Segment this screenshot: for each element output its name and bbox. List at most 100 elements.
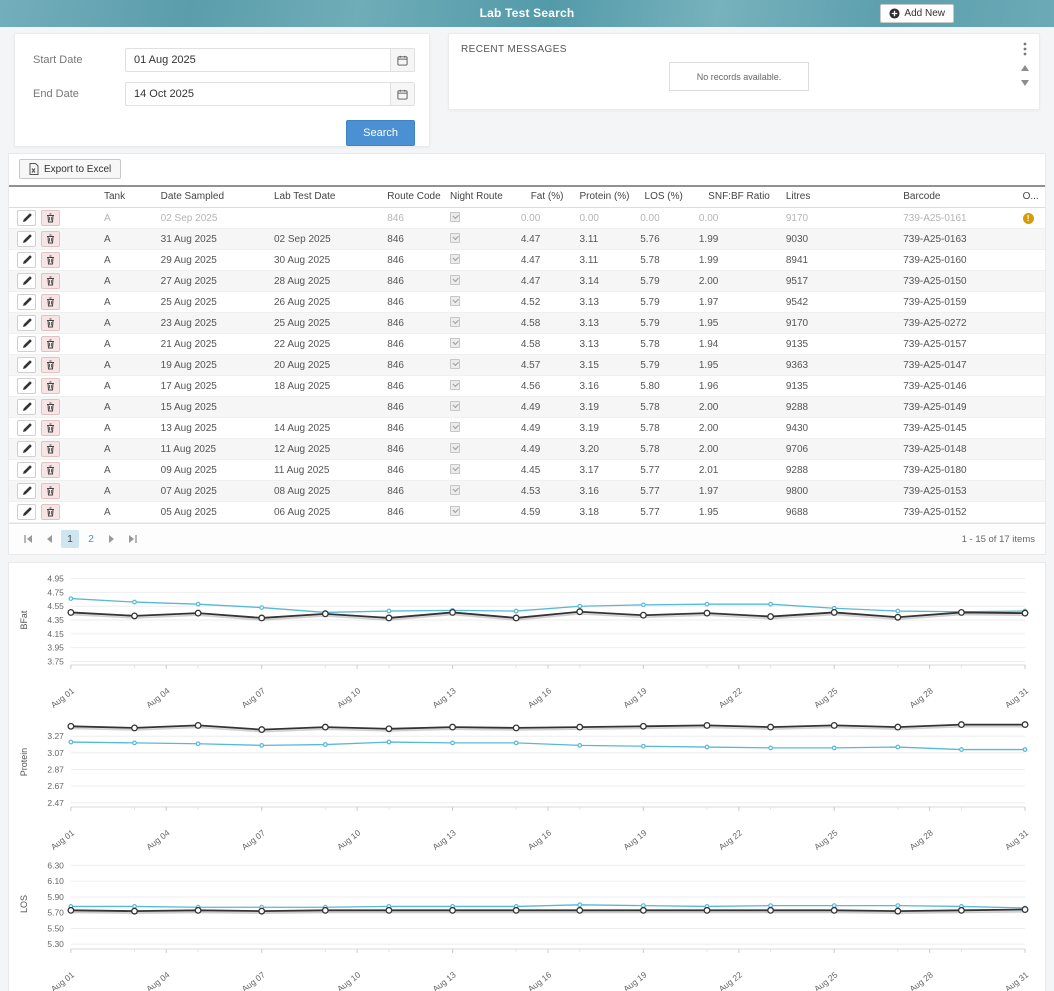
delete-row-button[interactable] — [41, 462, 60, 478]
cell-date_sampled: 25 Aug 2025 — [153, 292, 266, 313]
delete-row-button[interactable] — [41, 231, 60, 247]
svg-text:4.75: 4.75 — [47, 587, 64, 597]
delete-row-button[interactable] — [41, 399, 60, 415]
edit-row-button[interactable] — [17, 483, 36, 499]
edit-row-button[interactable] — [17, 252, 36, 268]
svg-text:5.70: 5.70 — [47, 908, 64, 918]
vertical-ellipsis-icon[interactable] — [1023, 42, 1027, 56]
search-button[interactable]: Search — [346, 120, 415, 146]
edit-row-button[interactable] — [17, 441, 36, 457]
plus-circle-icon — [889, 8, 900, 19]
svg-text:4.95: 4.95 — [47, 574, 64, 584]
page-first-icon — [23, 535, 33, 543]
table-row: A19 Aug 202520 Aug 20258464.573.155.791.… — [9, 355, 1045, 376]
end-date-calendar-button[interactable] — [390, 83, 414, 105]
page-number-2[interactable]: 2 — [82, 530, 100, 548]
cell-lab_test_date: 08 Aug 2025 — [266, 481, 379, 502]
page-last-button[interactable] — [124, 530, 142, 548]
cell-los: 0.00 — [632, 208, 691, 229]
delete-row-button[interactable] — [41, 420, 60, 436]
cell-tank: A — [96, 271, 153, 292]
export-to-excel-button[interactable]: Export to Excel — [19, 159, 121, 179]
cell-date_sampled: 19 Aug 2025 — [153, 355, 266, 376]
cell-route_code: 846 — [379, 376, 442, 397]
pagination: 12 1 - 15 of 17 items — [9, 523, 1045, 554]
cell-route_code: 846 — [379, 250, 442, 271]
svg-text:BFat: BFat — [19, 610, 29, 629]
delete-row-button[interactable] — [41, 378, 60, 394]
edit-row-button[interactable] — [17, 357, 36, 373]
edit-row-button[interactable] — [17, 462, 36, 478]
cell-los: 5.79 — [632, 355, 691, 376]
page-number-1[interactable]: 1 — [61, 530, 79, 548]
svg-text:Aug 10: Aug 10 — [335, 969, 363, 991]
cell-tank: A — [96, 334, 153, 355]
cell-litres: 9688 — [778, 502, 895, 523]
cell-route_code: 846 — [379, 418, 442, 439]
column-header-tank: Tank — [96, 187, 153, 208]
cell-date_sampled: 13 Aug 2025 — [153, 418, 266, 439]
page-next-button[interactable] — [103, 530, 121, 548]
cell-fat: 4.49 — [513, 439, 572, 460]
night-route-checkbox — [450, 212, 460, 222]
start-date-input[interactable] — [126, 49, 390, 71]
svg-text:Aug 07: Aug 07 — [240, 827, 268, 851]
cell-fat: 4.49 — [513, 418, 572, 439]
edit-row-button[interactable] — [17, 231, 36, 247]
cell-route_code: 846 — [379, 355, 442, 376]
column-header-lab_test_date: Lab Test Date — [266, 187, 379, 208]
start-date-label: Start Date — [33, 54, 125, 66]
cell-lab_test_date: 28 Aug 2025 — [266, 271, 379, 292]
cell-barcode: 739-A25-0149 — [895, 397, 1014, 418]
delete-row-button[interactable] — [41, 294, 60, 310]
edit-row-button[interactable] — [17, 210, 36, 226]
page-last-icon — [128, 535, 138, 543]
chart-protein: 3.273.072.872.672.47Aug 01Aug 04Aug 07Au… — [13, 711, 1041, 853]
scroll-up-icon[interactable] — [1021, 65, 1029, 71]
table-row: A13 Aug 202514 Aug 20258464.493.195.782.… — [9, 418, 1045, 439]
night-route-checkbox — [450, 464, 460, 474]
cell-protein: 3.13 — [571, 313, 632, 334]
svg-text:Aug 04: Aug 04 — [144, 969, 172, 991]
edit-row-button[interactable] — [17, 420, 36, 436]
delete-row-button[interactable] — [41, 210, 60, 226]
cell-route_code: 846 — [379, 313, 442, 334]
edit-row-button[interactable] — [17, 294, 36, 310]
cell-lab_test_date — [266, 208, 379, 229]
cell-los: 5.76 — [632, 229, 691, 250]
cell-route_code: 846 — [379, 334, 442, 355]
calendar-icon — [397, 89, 408, 100]
delete-row-button[interactable] — [41, 315, 60, 331]
edit-row-button[interactable] — [17, 273, 36, 289]
cell-date_sampled: 05 Aug 2025 — [153, 502, 266, 523]
delete-row-button[interactable] — [41, 504, 60, 520]
edit-row-button[interactable] — [17, 336, 36, 352]
cell-barcode: 739-A25-0180 — [895, 460, 1014, 481]
delete-row-button[interactable] — [41, 252, 60, 268]
scroll-down-icon[interactable] — [1021, 80, 1029, 86]
delete-row-button[interactable] — [41, 336, 60, 352]
page-prev-button[interactable] — [40, 530, 58, 548]
delete-row-button[interactable] — [41, 273, 60, 289]
delete-row-button[interactable] — [41, 357, 60, 373]
edit-row-button[interactable] — [17, 399, 36, 415]
svg-text:Aug 04: Aug 04 — [144, 685, 172, 709]
cell-protein: 3.18 — [571, 502, 632, 523]
end-date-input[interactable] — [126, 83, 390, 105]
svg-text:Aug 22: Aug 22 — [717, 969, 745, 991]
page-first-button[interactable] — [19, 530, 37, 548]
edit-row-button[interactable] — [17, 315, 36, 331]
cell-protein: 3.11 — [571, 250, 632, 271]
edit-row-button[interactable] — [17, 504, 36, 520]
cell-route_code: 846 — [379, 481, 442, 502]
cell-route_code: 846 — [379, 208, 442, 229]
cell-date_sampled: 11 Aug 2025 — [153, 439, 266, 460]
cell-fat: 0.00 — [513, 208, 572, 229]
start-date-calendar-button[interactable] — [390, 49, 414, 71]
delete-row-button[interactable] — [41, 483, 60, 499]
svg-text:3.75: 3.75 — [47, 656, 64, 666]
edit-row-button[interactable] — [17, 378, 36, 394]
delete-row-button[interactable] — [41, 441, 60, 457]
add-new-button[interactable]: Add New — [880, 4, 954, 23]
night-route-checkbox — [450, 317, 460, 327]
